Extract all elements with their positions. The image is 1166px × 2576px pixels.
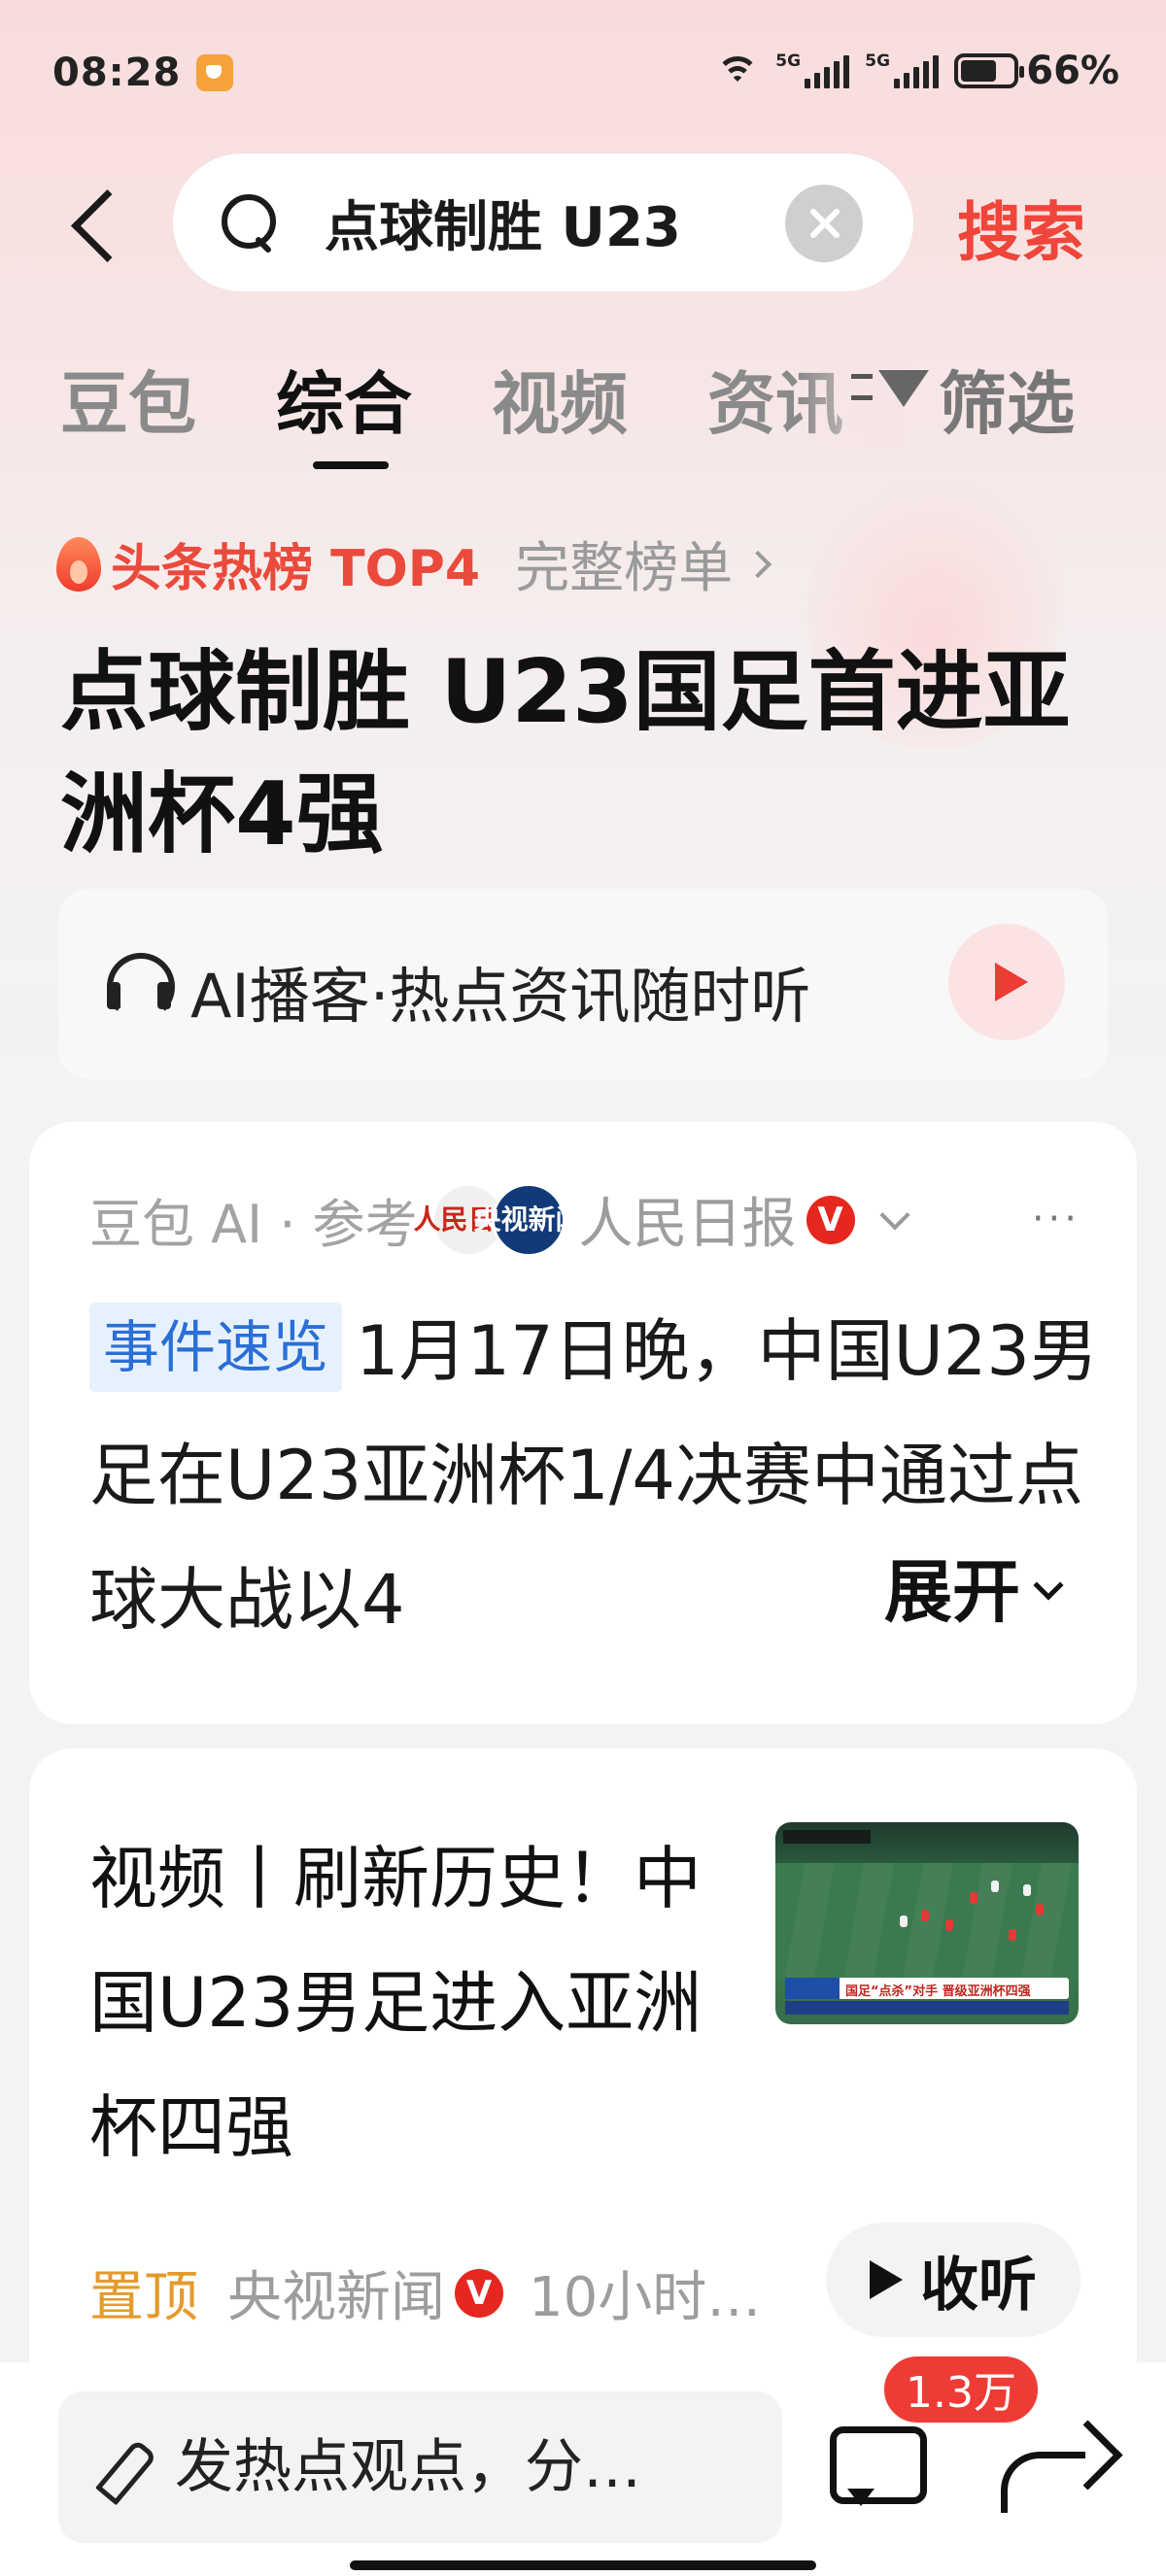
video-source[interactable]: 央视新闻 (227, 2254, 445, 2332)
full-list-link[interactable]: 完整榜单 (515, 525, 733, 603)
network-type: 5G (775, 51, 802, 71)
pinned-label: 置顶 (89, 2266, 198, 2329)
event-tag: 事件速览 (89, 1303, 343, 1392)
active-tab-indicator (313, 461, 389, 469)
scoreboard (783, 1830, 871, 1844)
source-name[interactable]: 人民日报 (579, 1180, 797, 1259)
tab-doubao[interactable]: 豆包 (60, 350, 196, 448)
tab-video[interactable]: 视频 (492, 350, 628, 448)
hot-list-row: 头条热榜 TOP4 完整榜单 (56, 525, 772, 603)
avatar: 央视新闻 (474, 1182, 583, 1257)
notification-app-icon (196, 54, 233, 91)
ai-source-prefix: 豆包 AI · 参考 (89, 1194, 418, 1255)
player (900, 1915, 908, 1927)
network-type: 5G (865, 51, 891, 71)
expand-fade: 展开 (787, 1530, 1117, 1654)
wifi-icon (715, 54, 760, 87)
listen-label: 收听 (920, 2251, 1037, 2320)
battery-percent: 66% (1026, 49, 1119, 93)
verified-badge: V (455, 2268, 503, 2318)
chevron-down-icon (1033, 1570, 1064, 1601)
expand-label: 展开 (884, 1552, 1020, 1632)
system-icons: 5G 5G 66% (715, 49, 1119, 93)
ai-source-row: 豆包 AI · 参考 人民日报 央视新闻 人民日报 V (89, 1180, 910, 1259)
play-icon (870, 2260, 903, 2299)
player (1009, 1929, 1016, 1941)
hot-list-rank: 头条热榜 TOP4 (111, 540, 481, 598)
back-button[interactable] (60, 171, 128, 278)
player (991, 1881, 999, 1892)
battery-indicator: 66% (954, 49, 1119, 93)
listen-button[interactable]: 收听 (826, 2222, 1080, 2337)
bottom-action-bar: 1.3万 (0, 2353, 1166, 2576)
video-title[interactable]: 视频丨刷新历史！中国U23男足进入亚洲杯四强 (89, 1816, 760, 2189)
filter-button[interactable]: 筛选 (851, 350, 1075, 448)
home-indicator[interactable] (350, 2560, 816, 2570)
thumbnail-caption: 国足“点杀”对手 晋级亚洲杯四强 (845, 1984, 1031, 1999)
player (1036, 1904, 1044, 1915)
search-input[interactable] (325, 188, 733, 256)
ai-podcast-bar[interactable]: AI播客·热点资讯随时听 (58, 889, 1108, 1079)
comment-count-badge: 1.3万 (880, 2353, 1042, 2426)
news-banner: 国足“点杀”对手 晋级亚洲杯四强 (785, 1978, 1069, 1999)
video-time: 10小时… (529, 2266, 762, 2329)
clock: 08:28 (52, 51, 182, 95)
pitch (775, 1863, 1079, 1980)
player (921, 1910, 929, 1921)
more-icon[interactable]: ··· (1032, 1200, 1080, 1238)
player (945, 1919, 953, 1931)
tab-all[interactable]: 综合 (276, 350, 412, 448)
news-ticker (785, 2001, 1069, 2015)
status-bar: 08:28 5G 5G 66% (0, 0, 1166, 146)
filter-icon (851, 360, 929, 438)
pen-icon (97, 2440, 155, 2498)
headphones-icon (107, 953, 175, 1021)
clear-search-button[interactable] (785, 185, 863, 262)
battery-icon (954, 53, 1025, 88)
share-icon[interactable] (1001, 2423, 1117, 2520)
player (970, 1892, 977, 1904)
comments-icon[interactable] (824, 2417, 927, 2510)
verified-badge: V (806, 1195, 855, 1244)
comment-field[interactable] (58, 2391, 782, 2543)
signal-icon: 5G (865, 51, 940, 88)
hot-headline[interactable]: 点球制胜 U23国足首进亚洲杯4强 (60, 631, 1110, 876)
search-box[interactable] (173, 153, 913, 291)
chevron-right-icon (743, 550, 772, 578)
battery-fill (961, 60, 997, 82)
filter-label: 筛选 (939, 364, 1075, 444)
video-meta: 置顶 央视新闻 V 10小时… (89, 2254, 761, 2332)
podcast-play-button[interactable] (948, 924, 1065, 1040)
ai-summary-card: 豆包 AI · 参考 人民日报 央视新闻 人民日报 V ··· 事件速览 1月17… (29, 1122, 1137, 1724)
player (1023, 1884, 1031, 1896)
chevron-down-icon[interactable] (878, 1199, 910, 1231)
comment-input[interactable] (175, 2430, 758, 2504)
expand-button[interactable]: 展开 (884, 1530, 1064, 1654)
search-button[interactable]: 搜索 (957, 181, 1085, 274)
podcast-label: AI播客·热点资讯随时听 (190, 961, 811, 1032)
avatar-label: 央视新闻 (473, 1203, 583, 1236)
signal-icon: 5G (775, 51, 850, 88)
video-thumbnail[interactable]: 国足“点杀”对手 晋级亚洲杯四强 (775, 1822, 1079, 2024)
search-icon (222, 194, 278, 251)
flame-icon (56, 536, 101, 592)
